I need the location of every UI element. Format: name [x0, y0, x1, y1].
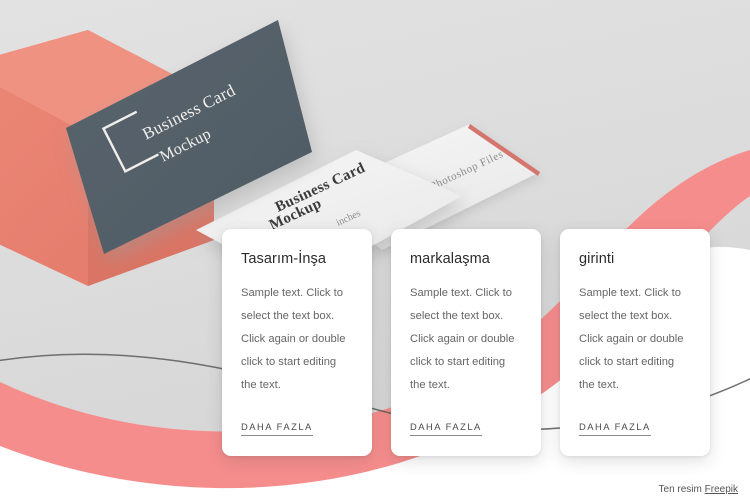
card-title: markalaşma: [410, 251, 490, 267]
card-title: Tasarım-İnşa: [241, 251, 326, 267]
card-title: girinti: [579, 251, 615, 267]
feature-cards-row: Tasarım-İnşa Sample text. Click to selec…: [222, 229, 710, 456]
page-root: Photoshop Files Business Card Mockup inc…: [0, 0, 750, 504]
card-body: Sample text. Click to select the text bo…: [241, 287, 346, 392]
card-body: Sample text. Click to select the text bo…: [410, 287, 515, 392]
feature-card-3[interactable]: girinti Sample text. Click to select the…: [560, 229, 710, 456]
feature-card-2[interactable]: markalaşma Sample text. Click to select …: [391, 229, 541, 456]
attribution-link[interactable]: Freepik: [705, 484, 738, 495]
attribution: Ten resim Freepik: [659, 484, 738, 495]
card-more-link[interactable]: DAHA FAZLA: [579, 421, 651, 436]
feature-card-1[interactable]: Tasarım-İnşa Sample text. Click to selec…: [222, 229, 372, 456]
card-more-link[interactable]: DAHA FAZLA: [410, 421, 482, 436]
card-more-link[interactable]: DAHA FAZLA: [241, 421, 313, 436]
attribution-prefix: Ten resim: [658, 484, 705, 495]
card-body: Sample text. Click to select the text bo…: [579, 287, 684, 392]
